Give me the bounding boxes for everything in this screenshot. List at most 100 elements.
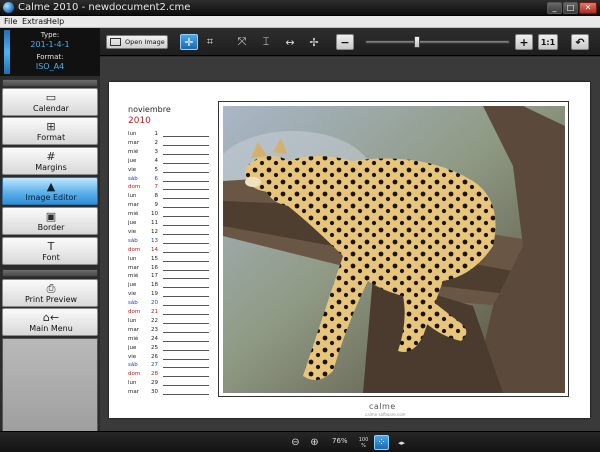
day-note-line <box>163 198 209 200</box>
font-icon: T <box>47 240 55 253</box>
document-info-panel: Type: 201-1-4-1 Format: ISO_A4 <box>0 28 100 76</box>
day-name: sáb <box>128 300 138 307</box>
day-row: jue 18 <box>128 281 218 290</box>
zoom-out-button[interactable]: − <box>336 34 354 50</box>
menu-file[interactable]: File <box>4 16 17 28</box>
day-row: mié 10 <box>128 210 218 219</box>
fit-height-button[interactable]: ⌶ <box>257 34 275 50</box>
day-note-line <box>163 207 209 209</box>
sidebar-item-print-preview[interactable]: ⎙ Print Preview <box>2 279 98 307</box>
undo-icon: ↶ <box>575 35 585 49</box>
zoom-slider-thumb[interactable] <box>414 36 421 48</box>
format-icon: ⊞ <box>46 120 56 133</box>
day-note-line <box>163 314 209 315</box>
fit-page-button[interactable]: ⤧ <box>233 34 251 50</box>
sidebar-item-format[interactable]: ⊞ Format <box>2 117 98 145</box>
zoom-in-status-button[interactable]: ⊕ <box>307 435 322 450</box>
day-note-line <box>163 189 209 191</box>
zoom-out-status-button[interactable]: ⊖ <box>288 435 303 450</box>
day-note-line <box>163 162 209 164</box>
day-row: dom 21 <box>128 308 218 317</box>
actual-size-status-button[interactable]: 100 % <box>356 435 371 450</box>
leopard-photo[interactable] <box>223 106 565 393</box>
type-label: Type: <box>40 31 60 39</box>
day-row: jue 11 <box>128 219 218 228</box>
day-name: mié <box>128 148 139 155</box>
fit-width-status-button[interactable]: ◂▸ <box>394 435 409 450</box>
day-name: mar <box>128 202 139 209</box>
menu-extras[interactable]: Extras <box>22 16 47 28</box>
sidebar-item-font[interactable]: T Font <box>2 237 98 265</box>
day-note-line <box>163 305 209 307</box>
day-name: lun <box>128 380 137 387</box>
format-label: Format: <box>36 53 64 61</box>
sidebar-item-label: Margins <box>35 163 67 172</box>
fit-width-button[interactable]: ↔ <box>281 34 299 50</box>
day-row: sáb 13 <box>128 237 218 246</box>
zoom-in-button[interactable]: + <box>515 34 533 50</box>
close-button[interactable]: ✕ <box>579 2 597 14</box>
zoom-slider[interactable] <box>365 40 510 44</box>
title-bar[interactable]: Calme 2010 - newdocument2.cme _ □ ✕ <box>0 0 600 16</box>
sidebar-item-margins[interactable]: # Margins <box>2 147 98 175</box>
day-row: mié 24 <box>128 335 218 344</box>
open-image-button[interactable]: Open Image <box>106 35 168 49</box>
day-name: sáb <box>128 237 138 244</box>
day-note-line <box>163 242 209 244</box>
sidebar-item-main-menu[interactable]: ⌂← Main Menu <box>2 308 98 336</box>
day-number: 12 <box>151 228 158 235</box>
calendar-icon: ▭ <box>45 91 57 104</box>
day-row: sáb 27 <box>128 361 218 370</box>
open-image-label: Open Image <box>125 38 165 46</box>
type-value: 201-1-4-1 <box>30 40 70 49</box>
day-note-line <box>163 296 209 298</box>
day-name: vie <box>128 353 137 360</box>
maximize-button[interactable]: □ <box>563 2 578 14</box>
day-note-line <box>163 251 209 253</box>
fit-page-status-button[interactable]: ⁘ <box>374 435 389 450</box>
photo-frame[interactable] <box>218 101 569 397</box>
day-number: 1 <box>154 131 159 137</box>
brand-url: calme-software.com <box>365 412 406 417</box>
sidebar-item-border[interactable]: ▣ Border <box>2 207 98 235</box>
day-name: vie <box>128 166 137 173</box>
day-name: dom <box>128 246 141 253</box>
zoom-level: 76% <box>332 437 348 445</box>
app-window: Calme 2010 - newdocument2.cme _ □ ✕ File… <box>0 0 600 452</box>
actual-size-button[interactable]: 1:1 <box>538 34 558 50</box>
day-note-line <box>163 278 209 280</box>
plus-icon: + <box>519 35 529 49</box>
center-button[interactable]: ✢ <box>305 34 323 50</box>
day-row: sáb 6 <box>128 175 218 184</box>
sidebar-item-label: Calendar <box>33 104 69 113</box>
day-row: sáb 20 <box>128 299 218 308</box>
crop-tool-button[interactable]: ⌗ <box>201 34 219 50</box>
sidebar-item-image-editor[interactable]: ▲ Image Editor <box>2 177 98 205</box>
day-name: vie <box>128 291 137 298</box>
day-number: 3 <box>154 148 159 155</box>
day-number: 2 <box>154 139 159 146</box>
day-row: mar 23 <box>128 326 218 335</box>
day-number: 6 <box>154 175 159 182</box>
day-note-line <box>163 287 209 289</box>
menu-help[interactable]: Help <box>46 16 64 28</box>
day-note-line <box>163 367 209 369</box>
move-tool-button[interactable]: ✛ <box>180 34 198 50</box>
undo-button[interactable]: ↶ <box>571 34 589 50</box>
day-number: 23 <box>151 326 158 333</box>
fit-width-icon: ↔ <box>285 35 295 49</box>
sidebar-item-calendar[interactable]: ▭ Calendar <box>2 88 98 116</box>
image-editor-icon: ▲ <box>46 180 56 193</box>
day-note-line <box>163 349 209 351</box>
canvas-area[interactable]: noviembre 2010 lun 1 mar 2 mié 3 jue 4 vie 5 sáb 6 d… <box>100 57 600 431</box>
status-bar: ⊖ ⊕ 76% 100 % ⁘ ◂▸ <box>0 431 600 452</box>
minimize-button[interactable]: _ <box>547 2 562 14</box>
sidebar-item-label: Font <box>42 253 60 262</box>
day-name: dom <box>128 309 141 315</box>
day-number: 15 <box>151 255 158 262</box>
day-note-line <box>163 233 209 235</box>
day-row: jue 25 <box>128 344 218 353</box>
day-row: lun 1 <box>128 130 218 139</box>
day-row: vie 12 <box>128 228 218 237</box>
crop-icon: ⌗ <box>206 35 214 48</box>
